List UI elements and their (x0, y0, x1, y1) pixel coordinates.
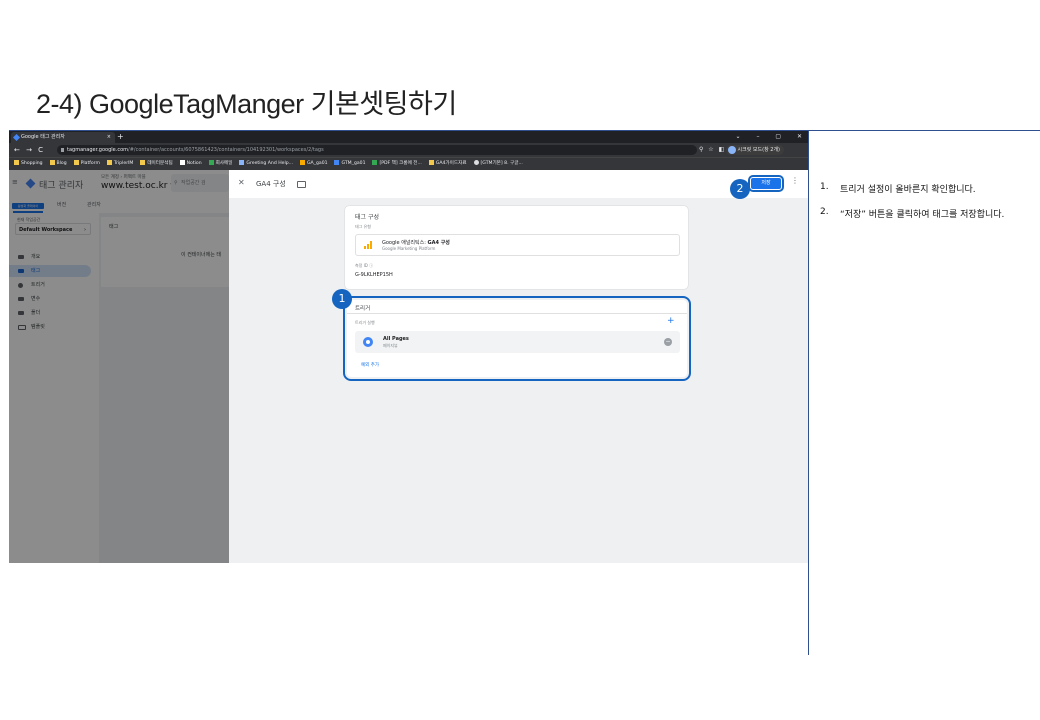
new-tab-button[interactable]: + (117, 131, 124, 142)
bookmark-item[interactable]: Blog (49, 158, 67, 169)
folder-icon (106, 160, 112, 165)
pdf-icon (372, 160, 378, 165)
address-bar-area: ← → C tagmanager.google.com/#/container/… (9, 143, 808, 157)
profile-button[interactable]: 시크릿 모드(창 2개) (725, 145, 784, 155)
bookmark-label: 회사메일 (215, 161, 233, 166)
bookmark-item[interactable]: 회사메일 (208, 158, 233, 169)
more-vert-icon[interactable]: ⋮ (791, 176, 799, 185)
tag-type-name: Google 애널리틱스: GA4 구성 (382, 239, 450, 246)
bookmark-label: Platform (80, 161, 100, 166)
bookmark-item[interactable]: 데이터분석팀 (140, 158, 173, 169)
measurement-id-label: 측정 ID ⓘ (355, 263, 374, 268)
instruction-number: 2. (820, 207, 829, 217)
window-controls[interactable]: ⌄ – ▢ ✕ (736, 131, 802, 142)
notion-icon (179, 160, 185, 165)
trigger-type: 페이지뷰 (383, 343, 398, 348)
divider (347, 313, 687, 314)
bookmark-label: [GTM기본] 8. 구글... (480, 161, 523, 166)
instruction-text: “저장” 버튼을 클릭하여 태그를 저장합니다. (840, 210, 1005, 220)
bookmark-label: Greeting And Help... (246, 161, 294, 166)
bookmark-item[interactable]: GA_ga01 (299, 158, 328, 169)
triggering-section-title: 트리거 (355, 306, 371, 312)
mail-icon (208, 160, 214, 165)
gtm-page: ≡ 태그 관리자 모든 계정 › 퍼펙트 마블 www.test.oc.kr ▾… (9, 170, 808, 563)
config-section-title: 태그 구성 (355, 214, 379, 221)
tab-bar: Google 태그 관리자 × + ⌄ – ▢ ✕ (9, 131, 808, 143)
folder-icon (428, 160, 434, 165)
instruction-text: 트리거 설정이 올바른지 확인합니다. (840, 185, 976, 195)
modal-overlay (9, 170, 229, 563)
bookmarks-bar: Shopping Blog Platform TriplerIM 데이터분석팀 … (9, 157, 808, 170)
gtm-favicon-icon (12, 133, 21, 142)
bookmark-item[interactable]: [PDF 책] 크롬에 전... (372, 158, 422, 169)
remove-trigger-icon[interactable]: − (664, 338, 672, 346)
add-exception-link[interactable]: 예외 추가 (361, 362, 379, 368)
bookmark-item[interactable]: [GTM기본] 8. 구글... (473, 158, 523, 169)
gtm-icon (334, 160, 340, 165)
tag-type-box[interactable]: Google 애널리틱스: GA4 구성 Google Marketing Pl… (355, 234, 680, 256)
trigger-row[interactable]: All Pages 페이지뷰 − (355, 331, 680, 353)
bookmark-label: GA_ga01 (306, 161, 328, 166)
bookmark-item[interactable]: GTM_ga01 (334, 158, 366, 169)
folder-icon (73, 160, 79, 165)
add-trigger-icon[interactable]: + (667, 316, 675, 326)
right-divider (808, 130, 809, 655)
bookmark-label: Shopping (21, 161, 43, 166)
folder-icon (49, 160, 55, 165)
folder-icon (140, 160, 146, 165)
bookmark-item[interactable]: Platform (73, 158, 100, 169)
triggering-card[interactable]: 트리거 트리거 실행 + All Pages 페이지뷰 − 예외 추가 (343, 296, 691, 381)
globe-icon (473, 160, 479, 165)
bookmark-item[interactable]: Shopping (14, 158, 43, 169)
callout-2-badge: 2 (730, 179, 750, 199)
avatar-icon (727, 146, 736, 154)
bookmark-item[interactable]: TriplerIM (106, 158, 134, 169)
bookmark-label: TriplerIM (113, 161, 134, 166)
bookmark-label: Blog (56, 161, 67, 166)
page-icon (239, 160, 245, 165)
profile-label: 시크릿 모드(창 2개) (737, 147, 780, 153)
tag-type-vendor: Google Marketing Platform (382, 246, 436, 251)
firing-triggers-label: 트리거 실행 (355, 320, 375, 325)
close-icon[interactable]: ✕ (238, 178, 245, 187)
tag-type-label: 태그 유형 (355, 224, 371, 229)
bookmark-label: 데이터분석팀 (147, 161, 173, 166)
folder-icon[interactable] (297, 181, 306, 188)
instruction-list: 1. 트리거 설정이 올바른지 확인합니다. 2. “저장” 버튼을 클릭하여 태그… (820, 182, 1035, 232)
bookmark-label: GA4가이드자료 (435, 161, 467, 166)
instruction-item: 2. “저장” 버튼을 클릭하여 태그를 저장합니다. (820, 207, 1035, 220)
browser-screenshot: Google 태그 관리자 × + ⌄ – ▢ ✕ ← → C tagmanag… (9, 131, 808, 563)
bookmark-label: Notion (186, 161, 202, 166)
bookmark-item[interactable]: GA4가이드자료 (428, 158, 467, 169)
tab-title: Google 태그 관리자 (21, 134, 65, 140)
callout-1-badge: 1 (332, 289, 352, 309)
sheet-header: ✕ GA4 구성 저장 ⋮ (229, 170, 808, 198)
lock-icon (61, 148, 64, 152)
instruction-item: 1. 트리거 설정이 올바른지 확인합니다. (820, 182, 1035, 195)
browser-tab[interactable]: Google 태그 관리자 × (11, 132, 115, 143)
analytics-icon (299, 160, 305, 165)
tag-editor-sheet: ✕ GA4 구성 저장 ⋮ 태그 구성 태그 유형 Google 애널리틱스: … (229, 170, 808, 563)
bookmark-item[interactable]: Greeting And Help... (239, 158, 293, 169)
folder-icon (14, 160, 19, 165)
url-host: tagmanager.google.com (67, 147, 129, 153)
tab-close-icon[interactable]: × (107, 132, 111, 143)
measurement-id-value: G-9LKLHEP15H (355, 272, 393, 278)
tag-configuration-card[interactable]: 태그 구성 태그 유형 Google 애널리틱스: GA4 구성 Google … (345, 206, 688, 289)
bookmark-label: [PDF 책] 크롬에 전... (379, 161, 422, 166)
url-field[interactable]: tagmanager.google.com/#/container/accoun… (57, 145, 697, 155)
slide-title: 2-4) GoogleTagManger 기본셋팅하기 (36, 89, 457, 119)
analytics-bars-icon (364, 241, 372, 249)
nav-buttons[interactable]: ← → C (14, 144, 43, 156)
url-path: /#/container/accounts/6075861423/contain… (128, 147, 324, 153)
instruction-number: 1. (820, 182, 829, 192)
pageview-icon (363, 337, 373, 347)
tag-name-field[interactable]: GA4 구성 (256, 179, 286, 189)
trigger-name: All Pages (383, 336, 409, 342)
bookmark-item[interactable]: Notion (179, 158, 202, 169)
bookmark-label: GTM_ga01 (341, 161, 366, 166)
address-bar-icons[interactable]: ⚲ ☆ ◧ (699, 144, 724, 156)
save-button[interactable]: 저장 (748, 175, 784, 192)
